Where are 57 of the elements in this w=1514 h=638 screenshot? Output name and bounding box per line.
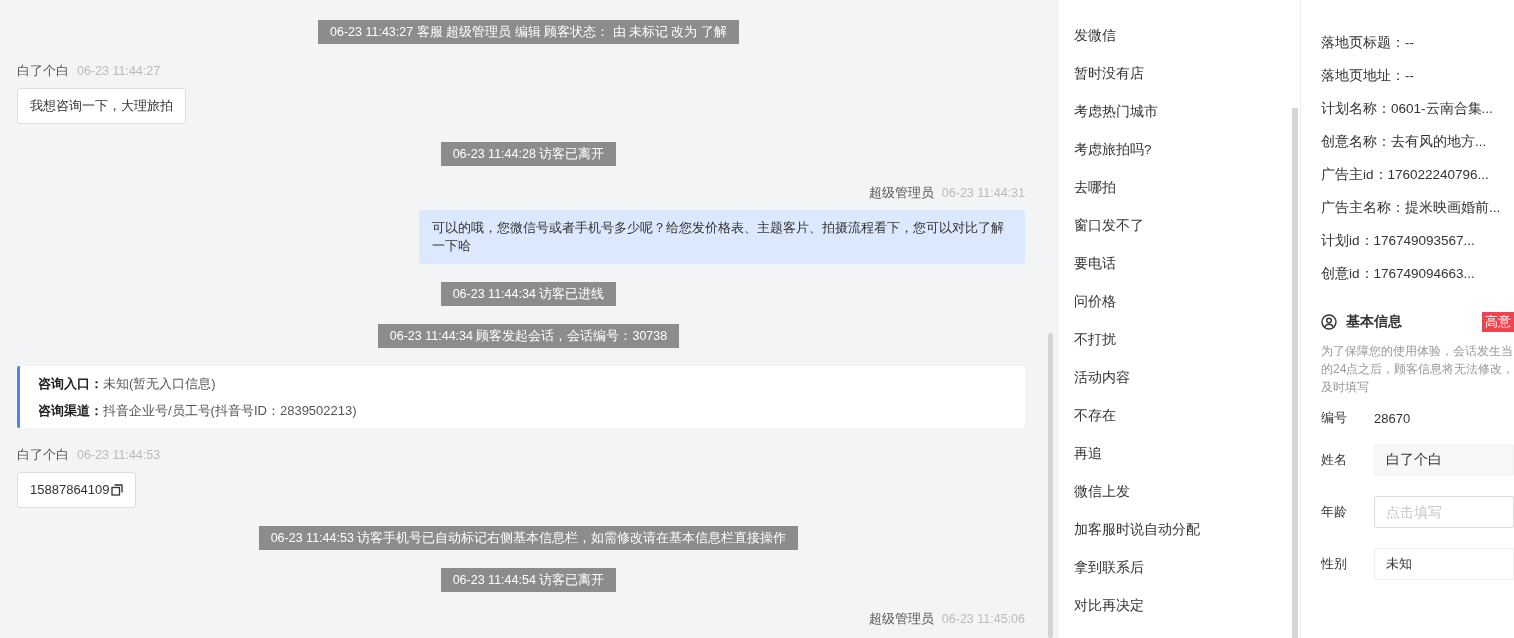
notice-text: 及时填写 [1321,379,1370,396]
input-field[interactable]: 白了个白 [1374,444,1514,476]
system-notice: 06-23 11:44:34 顾客发起会话，会话编号：30738 [377,324,680,348]
system-notice: 06-23 11:44:53 访客手机号已自动标记右侧基本信息栏，如需修改请在基本信息栏直接操作 [258,526,799,550]
detail-row-text: 广告主名称：提米映画婚前... [1321,199,1502,217]
quick-reply-item[interactable]: 考虑旅拍吗? [1074,131,1292,169]
message-time: 06-23 11:44:27 [77,64,161,78]
system-notice: 06-23 11:43:27 客服 超级管理员 编辑 顾客状态： 由 未标记 改为 了解 [318,20,739,44]
quick-reply-item[interactable]: 对比再决定 [1074,587,1292,625]
quick-reply-item[interactable]: 拿到联系后 [1074,549,1292,587]
select-field[interactable]: 未知 [1374,548,1514,580]
quick-reply-item[interactable]: 暂时没有店 [1074,55,1292,93]
detail-row-text: 计划id：176749093567... [1321,232,1476,250]
field-label: 姓名 [1321,451,1348,469]
field-label: 性别 [1321,555,1348,573]
quick-reply-item[interactable]: 不存在 [1074,397,1292,435]
message-time: 06-23 11:44:53 [77,448,161,462]
user-icon [1321,314,1337,330]
quick-reply-item[interactable]: 去哪拍 [1074,169,1292,207]
quick-reply-item[interactable]: 不打扰 [1074,321,1292,359]
sender-name: 白了个白 [17,62,69,80]
quick-reply-item[interactable]: 加客服时说自动分配 [1074,511,1292,549]
info-line: 咨询渠道：抖音企业号/员工号(抖音号ID：2839502213) [38,402,358,420]
notice-text: 的24点之后，顾客信息将无法修改， [1321,361,1514,378]
sender-name: 白了个白 [17,446,69,464]
detail-row-text: 创意id：176749094663... [1321,265,1476,283]
detail-row-text: 创意名称：去有风的地方... [1321,133,1488,151]
copy-icon[interactable] [110,484,123,496]
field-label: 年龄 [1321,503,1348,521]
detail-row-text: 广告主id：176022240796... [1321,166,1490,184]
detail-row-text: 落地页地址：-- [1321,67,1415,85]
quick-reply-item[interactable]: 窗口发不了 [1074,207,1292,245]
system-notice: 06-23 11:44:28 访客已离开 [440,142,617,166]
quick-reply-item[interactable]: 微信上发 [1074,473,1292,511]
quick-reply-item[interactable]: 要电话 [1074,245,1292,283]
info-line: 咨询入口：未知(暂无入口信息) [38,375,217,393]
message-time: 06-23 11:44:31 [941,186,1025,200]
system-notice: 06-23 11:44:34 访客已进线 [440,282,617,306]
section-title: 基本信息 [1346,313,1402,331]
quick-reply-item[interactable]: 考虑热门城市 [1074,93,1292,131]
notice-text: 为了保障您的使用体验，会话发生当 [1321,343,1514,360]
quick-reply-item[interactable]: 问价格 [1074,283,1292,321]
intent-badge: 高意 [1482,312,1514,332]
message-bubble: 可以的哦，您微信号或者手机号多少呢？给您发价格表、主题客片、拍摄流程看下，您可以对比了解一下哈 [419,210,1025,264]
message-bubble: 15887864109 [17,472,136,508]
message-bubble: 我想咨询一下，大理旅拍 [17,88,186,124]
quick-reply-item[interactable]: 再追 [1074,435,1292,473]
system-notice: 06-23 11:44:54 访客已离开 [440,568,617,592]
message-time: 06-23 11:45:06 [941,612,1025,626]
field-label: 编号 [1321,409,1348,427]
field-value: 28670 [1374,410,1411,426]
detail-row-text: 计划名称：0601-云南合集... [1321,100,1494,118]
quick-reply-item[interactable]: 发微信 [1074,17,1292,55]
sender-name: 超级管理员 [868,610,934,628]
detail-row-text: 落地页标题：-- [1321,34,1415,52]
sender-name: 超级管理员 [868,184,934,202]
quick-reply-item[interactable]: 活动内容 [1074,359,1292,397]
